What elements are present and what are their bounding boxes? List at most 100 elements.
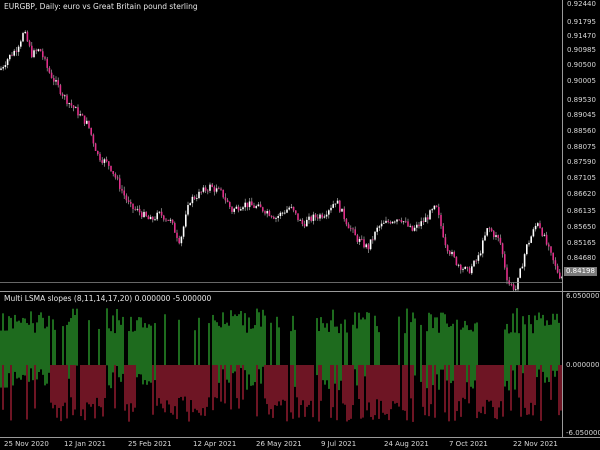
time-tick-label: 25 Feb 2021 xyxy=(128,440,172,448)
negative-slope-bar xyxy=(500,365,502,401)
candle-body xyxy=(185,215,187,227)
negative-slope-bar xyxy=(374,365,376,415)
negative-slope-bar xyxy=(62,365,64,406)
candle-body xyxy=(304,224,306,226)
candle-body xyxy=(62,94,64,96)
candle-body xyxy=(299,220,301,221)
negative-slope-bar xyxy=(492,365,494,407)
positive-slope-bar xyxy=(0,331,2,388)
candle-body xyxy=(555,260,557,266)
negative-slope-bar xyxy=(406,365,408,420)
positive-slope-bar xyxy=(40,312,42,369)
indicator-tick-label: -6.050000 xyxy=(566,429,600,437)
candle-body xyxy=(427,217,429,219)
candle-body xyxy=(372,239,374,240)
time-tick-label: 12 Apr 2021 xyxy=(193,440,236,448)
candle-body xyxy=(495,235,497,237)
positive-slope-bar xyxy=(442,313,444,370)
positive-slope-bar xyxy=(228,326,230,383)
negative-slope-bar xyxy=(98,365,100,406)
negative-slope-bar xyxy=(282,365,284,400)
positive-slope-bar xyxy=(366,312,368,369)
candle-body xyxy=(189,203,191,205)
negative-slope-bar xyxy=(204,365,206,416)
price-tick-label: 0.89045 xyxy=(567,111,596,119)
candle-body xyxy=(376,228,378,232)
positive-slope-bar xyxy=(236,316,238,373)
candle-body xyxy=(108,161,110,166)
negative-slope-bar xyxy=(534,365,536,405)
negative-slope-bar xyxy=(528,365,530,414)
negative-slope-bar xyxy=(128,365,130,422)
negative-slope-bar xyxy=(372,365,374,420)
candle-body xyxy=(324,217,326,218)
candle-body xyxy=(552,253,554,260)
negative-slope-bar xyxy=(214,365,216,397)
positive-slope-bar xyxy=(18,321,20,378)
candle-body xyxy=(438,207,440,215)
candle-body xyxy=(295,210,297,213)
candle-body xyxy=(385,221,387,223)
candle-body xyxy=(363,239,365,247)
positive-slope-bar xyxy=(238,314,240,371)
negative-slope-bar xyxy=(34,365,36,408)
candle-body xyxy=(42,51,44,57)
price-tick-label: 0.85165 xyxy=(567,239,596,247)
time-tick-label: 26 May 2021 xyxy=(256,440,302,448)
candle-body xyxy=(40,49,42,51)
negative-slope-bar xyxy=(216,365,218,398)
candle-body xyxy=(447,245,449,251)
candle-body xyxy=(77,107,79,115)
candle-body xyxy=(170,220,172,221)
positive-slope-bar xyxy=(248,317,250,374)
candle-body xyxy=(473,261,475,267)
candle-body xyxy=(423,221,425,222)
positive-slope-bar xyxy=(438,333,440,390)
negative-slope-bar xyxy=(198,365,200,413)
positive-slope-bar xyxy=(112,315,114,372)
negative-slope-bar xyxy=(192,365,194,412)
candle-body xyxy=(348,224,350,228)
price-chart-pane[interactable]: EURGBP, Daily: euro vs Great Britain pou… xyxy=(0,0,562,291)
candle-body xyxy=(18,47,20,52)
candle-body xyxy=(519,268,521,277)
candlestick-plot[interactable] xyxy=(0,0,562,291)
candle-body xyxy=(482,240,484,253)
positive-slope-bar xyxy=(108,328,110,385)
negative-slope-bar xyxy=(196,365,198,410)
positive-slope-bar xyxy=(222,312,224,369)
price-tick-label: 0.90005 xyxy=(567,77,596,85)
positive-slope-bar xyxy=(6,331,8,388)
negative-slope-bar xyxy=(236,365,238,398)
negative-slope-bar xyxy=(392,365,394,401)
lsma-histogram[interactable] xyxy=(0,292,562,437)
indicator-pane[interactable]: Multi LSMA slopes (8,11,14,17,20) 0.0000… xyxy=(0,292,562,437)
candle-body xyxy=(425,217,427,222)
candle-body xyxy=(546,235,548,245)
positive-slope-bar xyxy=(244,313,246,370)
positive-slope-bar xyxy=(374,316,376,373)
candle-body xyxy=(156,213,158,220)
negative-slope-bar xyxy=(540,365,542,421)
negative-slope-bar xyxy=(86,365,88,402)
candle-body xyxy=(297,213,299,220)
negative-slope-bar xyxy=(330,365,332,418)
negative-slope-bar xyxy=(80,365,82,416)
current-price-tag: 0.84198 xyxy=(564,267,597,276)
candle-body xyxy=(128,200,130,202)
negative-slope-bar xyxy=(160,365,162,404)
positive-slope-bar xyxy=(218,326,220,383)
candle-body xyxy=(284,213,286,214)
candle-body xyxy=(130,202,132,204)
negative-slope-bar xyxy=(184,365,186,397)
candle-body xyxy=(396,220,398,222)
candle-body xyxy=(352,228,354,229)
negative-slope-bar xyxy=(88,365,90,404)
pane-separator[interactable] xyxy=(0,291,600,292)
negative-slope-bar xyxy=(388,365,390,420)
negative-slope-bar xyxy=(454,365,456,421)
candle-body xyxy=(275,218,277,219)
positive-slope-bar xyxy=(444,314,446,371)
candle-body xyxy=(407,221,409,226)
candle-body xyxy=(194,197,196,199)
